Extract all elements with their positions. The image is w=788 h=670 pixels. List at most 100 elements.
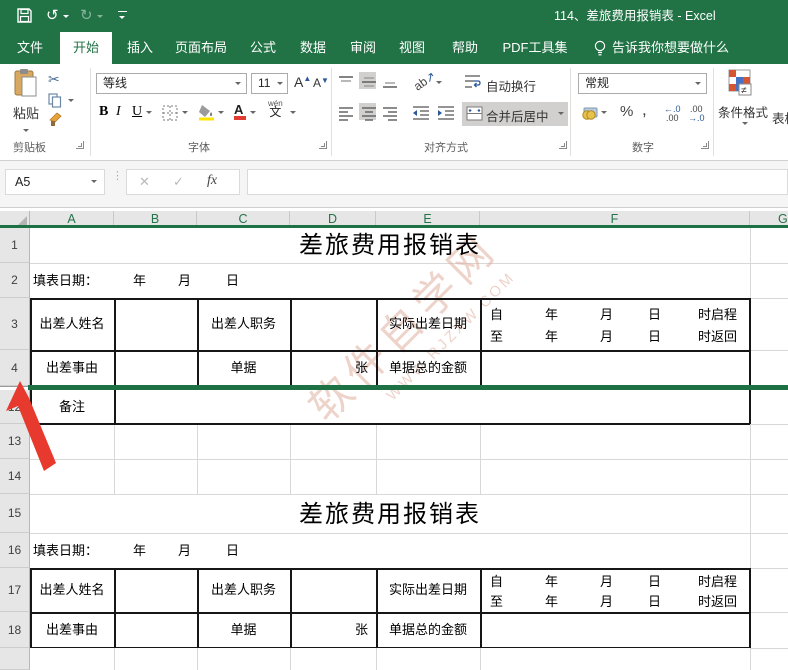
increase-indent-icon[interactable] <box>437 105 455 126</box>
formula-input[interactable] <box>247 169 788 195</box>
align-bottom-icon[interactable] <box>382 74 399 91</box>
copy-icon[interactable] <box>48 93 62 113</box>
orientation-dropdown-icon[interactable] <box>436 81 442 87</box>
cell-reason-2[interactable]: 出差事由 <box>30 612 114 648</box>
undo-dropdown-icon[interactable] <box>63 15 69 21</box>
fill-color-dropdown-icon[interactable] <box>218 111 224 117</box>
redo-button[interactable]: ↻ <box>80 0 93 32</box>
align-right-icon[interactable] <box>382 105 399 122</box>
accounting-format-icon[interactable] <box>580 104 598 125</box>
cell-sheets-unit-1[interactable]: 张 <box>290 350 376 386</box>
percent-style-button[interactable]: % <box>620 103 633 120</box>
align-top-icon[interactable] <box>338 74 355 91</box>
font-name-select[interactable]: 等线 <box>96 73 247 94</box>
cell-receipts-total-1[interactable]: 单据总的金额 <box>376 350 480 386</box>
borders-icon[interactable] <box>162 105 178 126</box>
cell-traveler-name-1[interactable]: 出差人姓名 <box>30 298 114 350</box>
align-left-icon[interactable] <box>338 105 355 122</box>
tab-data[interactable]: 数据 <box>292 32 334 64</box>
insert-function-icon[interactable]: fx <box>207 173 217 189</box>
conditional-formatting-icon[interactable]: ≠ <box>728 69 754 104</box>
decrease-indent-icon[interactable] <box>412 105 430 126</box>
row-header-15[interactable]: 15 <box>0 494 30 533</box>
redo-dropdown-icon[interactable] <box>97 15 103 21</box>
copy-dropdown-icon[interactable] <box>68 99 74 105</box>
undo-button[interactable]: ↺ <box>46 0 59 32</box>
cell-traveler-title-2[interactable]: 出差人职务 <box>197 568 290 612</box>
tab-view[interactable]: 视图 <box>391 32 433 64</box>
cell-traveler-title-1[interactable]: 出差人职务 <box>197 298 290 350</box>
number-format-select[interactable]: 常规 <box>578 73 707 94</box>
row-header-1[interactable]: 1 <box>0 227 30 263</box>
clipboard-dialog-launcher[interactable] <box>76 141 84 149</box>
orientation-icon[interactable]: ab↗ <box>411 69 438 94</box>
number-dialog-launcher[interactable] <box>701 141 709 149</box>
grow-font-button[interactable]: A▲ <box>294 74 311 90</box>
font-dialog-launcher[interactable] <box>319 141 327 149</box>
cell-actual-dates-1[interactable]: 实际出差日期 <box>376 298 480 350</box>
cell-sheets-unit-2[interactable]: 张 <box>290 612 376 648</box>
row-header-16[interactable]: 16 <box>0 533 30 568</box>
fill-color-icon[interactable] <box>198 104 215 126</box>
cancel-icon[interactable]: ✕ <box>139 174 150 190</box>
fill-date-row-2[interactable]: 填表日期： 年 月 日 <box>30 533 750 568</box>
tell-me-input[interactable]: 告诉我你想要做什么 <box>612 32 729 64</box>
enter-icon[interactable]: ✓ <box>173 174 184 190</box>
font-size-select[interactable]: 11 <box>251 73 288 94</box>
tab-file[interactable]: 文件 <box>4 32 56 64</box>
fill-date-row-1[interactable]: 填表日期： 年 月 日 <box>30 263 750 298</box>
format-as-table-label-partial[interactable]: 表格 <box>772 108 788 127</box>
cell-trip-dates-1[interactable]: 自 年 月 日 时启程 至 年 月 日 时返回 <box>480 298 750 350</box>
underline-dropdown-icon[interactable] <box>146 111 152 117</box>
tab-home[interactable]: 开始 <box>60 32 112 64</box>
row-header-3[interactable]: 3 <box>0 298 30 350</box>
form-title-1[interactable]: 差旅费用报销表 <box>30 227 750 263</box>
tab-pdf-tools[interactable]: PDF工具集 <box>496 32 574 64</box>
italic-button[interactable]: I <box>116 104 121 120</box>
cell-receipts-1[interactable]: 单据 <box>197 350 290 386</box>
font-color-button[interactable]: A <box>234 102 246 120</box>
formula-bar-splitter[interactable]: ⋮ <box>112 174 123 179</box>
bold-button[interactable]: B <box>99 104 108 120</box>
name-box[interactable]: A5 <box>5 169 105 195</box>
align-center-icon[interactable] <box>359 103 376 120</box>
cut-icon[interactable]: ✂ <box>48 71 60 88</box>
row-header-17[interactable]: 17 <box>0 568 30 612</box>
cell-receipts-total-2[interactable]: 单据总的金额 <box>376 612 480 648</box>
tab-help[interactable]: 帮助 <box>444 32 486 64</box>
conditional-formatting-dropdown-icon[interactable] <box>742 122 748 128</box>
underline-button[interactable]: U <box>132 104 142 120</box>
conditional-formatting-label[interactable]: 条件格式 <box>718 102 768 121</box>
cell-actual-dates-2[interactable]: 实际出差日期 <box>376 568 480 612</box>
tab-page-layout[interactable]: 页面布局 <box>163 32 239 64</box>
borders-dropdown-icon[interactable] <box>182 111 188 117</box>
form-title-2[interactable]: 差旅费用报销表 <box>30 494 750 533</box>
cell-trip-dates-2[interactable]: 自 年 月 日 时启程 至 年 月 日 时返回 <box>480 568 750 612</box>
phonetic-guide-button[interactable]: wén 文 <box>268 100 283 116</box>
paste-button[interactable]: 粘贴 <box>6 68 46 146</box>
tab-formulas[interactable]: 公式 <box>242 32 284 64</box>
tell-me-bulb-icon[interactable] <box>592 39 608 62</box>
accounting-dropdown-icon[interactable] <box>601 111 607 117</box>
customize-qat-icon[interactable] <box>118 11 127 12</box>
wrap-text-label[interactable]: 自动换行 <box>486 76 536 95</box>
comma-style-button[interactable]: , <box>642 100 647 120</box>
tab-review[interactable]: 审阅 <box>342 32 384 64</box>
align-middle-icon[interactable] <box>359 72 376 89</box>
increase-decimal-button[interactable]: ←.0 .00 <box>664 105 681 123</box>
alignment-dialog-launcher[interactable] <box>559 141 567 149</box>
decrease-decimal-button[interactable]: .00 →.0 <box>688 105 705 123</box>
merge-center-button[interactable]: 合并后居中 <box>462 102 568 126</box>
customize-qat-dropdown-icon[interactable] <box>119 16 125 22</box>
wrap-text-icon[interactable] <box>464 73 482 96</box>
tab-insert[interactable]: 插入 <box>118 32 162 64</box>
row-header-19-partial[interactable] <box>0 648 30 670</box>
save-icon[interactable] <box>16 7 33 29</box>
row-header-18[interactable]: 18 <box>0 612 30 648</box>
row-header-2[interactable]: 2 <box>0 263 30 298</box>
format-painter-icon[interactable] <box>48 112 63 132</box>
shrink-font-button[interactable]: A▼ <box>313 76 329 90</box>
cell-receipts-2[interactable]: 单据 <box>197 612 290 648</box>
cell-traveler-name-2[interactable]: 出差人姓名 <box>30 568 114 612</box>
phonetic-dropdown-icon[interactable] <box>290 111 296 117</box>
